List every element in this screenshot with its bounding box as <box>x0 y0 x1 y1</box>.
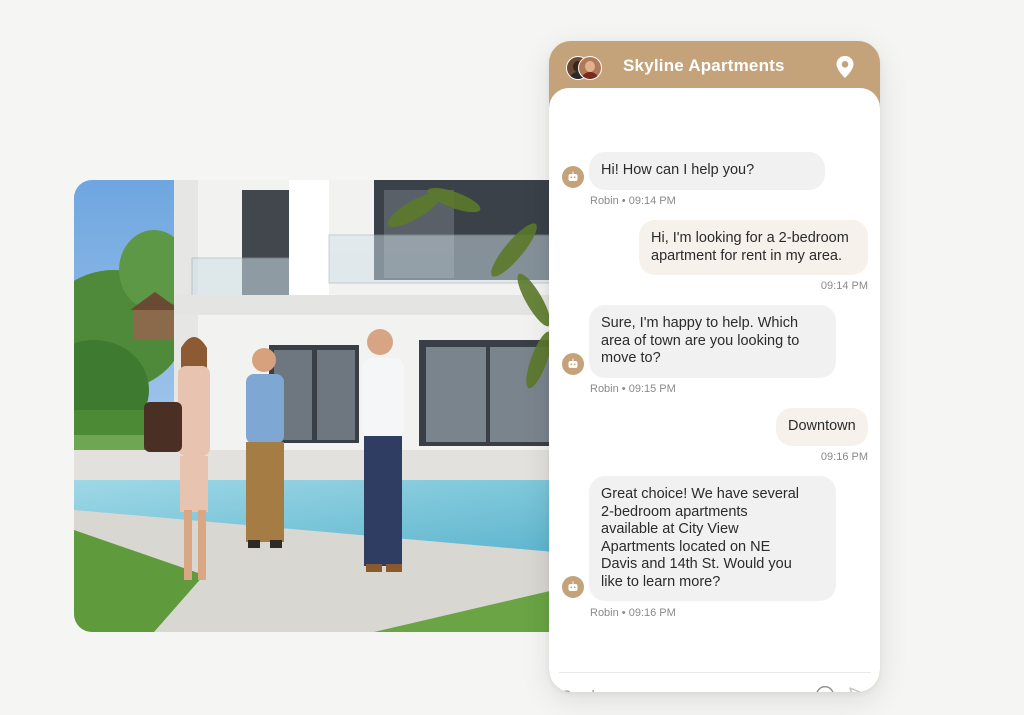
message-text-line: 2-bedroom apartments <box>601 503 748 520</box>
message-meta: 09:16 PM <box>820 451 868 463</box>
message-text-line: move to? <box>601 350 661 366</box>
emoji-icon[interactable] <box>815 685 835 692</box>
bot-avatar-icon <box>562 576 584 598</box>
chat-header: Skyline Apartments <box>549 41 880 93</box>
agent-avatar <box>578 56 602 80</box>
bot-avatar-icon <box>562 353 584 375</box>
message-meta: Robin • 09:14 PM <box>590 195 676 207</box>
chat-title: Skyline Apartments <box>623 56 785 75</box>
composer-divider <box>559 672 871 673</box>
bot-message-bubble: Great choice! We have several 2-bedroom … <box>589 476 836 601</box>
chat-widget: Skyline Apartments Hi! How can I help yo… <box>549 41 880 692</box>
message-text-line: Sure, I'm happy to help. Which <box>601 315 799 331</box>
bot-message-bubble: Sure, I'm happy to help. Which area of t… <box>589 305 836 378</box>
message-text-line: Hi, I'm looking for a 2-bedroom <box>651 230 849 246</box>
user-message-bubble: Downtown <box>776 408 868 446</box>
location-pin-icon[interactable] <box>835 55 855 84</box>
message-text-line: Apartments located on NE <box>601 538 771 555</box>
message-meta: 09:14 PM <box>820 280 868 292</box>
message-text-line: Great choice! We have several <box>601 486 799 502</box>
user-message-bubble: Hi, I'm looking for a 2-bedroom apartmen… <box>639 220 868 275</box>
message-text-line: area of town are you looking to <box>601 332 800 349</box>
send-icon[interactable] <box>849 687 869 692</box>
chat-body: Hi! How can I help you? Robin • 09:14 PM… <box>549 88 880 692</box>
message-text-line: like to learn more? <box>601 573 721 590</box>
message-input[interactable] <box>560 682 804 692</box>
message-text-line: Davis and 14th St. Would you <box>601 556 792 572</box>
message-text: Downtown <box>788 418 856 434</box>
message-text-line: apartment for rent in my area. <box>651 247 842 264</box>
message-text: Hi! How can I help you? <box>601 162 755 178</box>
hero-photo <box>74 180 554 632</box>
agent-avatars <box>566 56 610 80</box>
bot-avatar-icon <box>562 166 584 188</box>
message-meta: Robin • 09:15 PM <box>590 383 676 395</box>
message-text-line: available at City View <box>601 521 739 537</box>
message-meta: Robin • 09:16 PM <box>590 607 676 619</box>
bot-message-bubble: Hi! How can I help you? <box>589 152 825 190</box>
